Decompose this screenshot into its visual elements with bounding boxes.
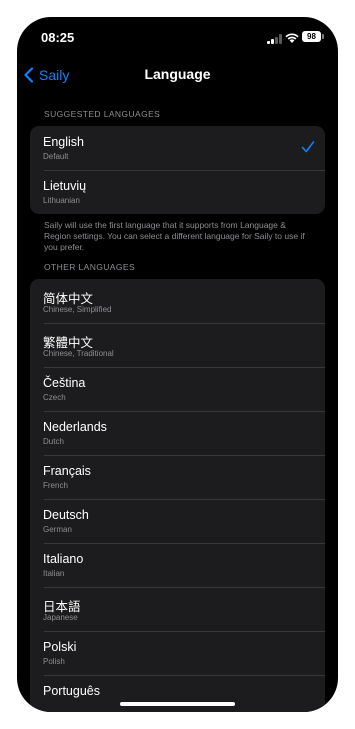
language-subtitle: French xyxy=(43,481,68,490)
language-name: Lietuvių xyxy=(43,179,87,193)
language-subtitle: Chinese, Simplified xyxy=(43,305,112,314)
other-languages-group: 简体中文 Chinese, Simplified 繁體中文 Chinese, T… xyxy=(30,279,325,712)
suggested-languages-footer: Saily will use the first language that i… xyxy=(44,220,305,252)
language-subtitle: Czech xyxy=(43,393,66,402)
language-subtitle: Default xyxy=(43,152,69,161)
language-name: Polski xyxy=(43,640,77,654)
other-languages-header: OTHER LANGUAGES xyxy=(44,262,136,272)
language-name: Français xyxy=(43,464,91,478)
language-subtitle: Polish xyxy=(43,657,65,666)
language-subtitle: Japanese xyxy=(43,613,78,622)
language-name: English xyxy=(43,135,84,149)
language-row-german[interactable]: Deutsch German xyxy=(30,499,325,543)
page-title: Language xyxy=(144,66,211,82)
language-subtitle: Chinese, Traditional xyxy=(43,349,114,358)
language-row-lithuanian[interactable]: Lietuvių Lithuanian xyxy=(30,170,325,214)
language-subtitle: German xyxy=(43,525,72,534)
language-name: Nederlands xyxy=(43,420,107,434)
language-row-italian[interactable]: Italiano Italian xyxy=(30,543,325,587)
language-row-english[interactable]: English Default xyxy=(30,126,325,170)
phone-screen: 08:25 98 Saily Language SUGGESTED LANGUA… xyxy=(17,17,338,712)
language-row-japanese[interactable]: 日本語 Japanese xyxy=(30,587,325,631)
language-name: Deutsch xyxy=(43,508,89,522)
language-row-chinese-simplified[interactable]: 简体中文 Chinese, Simplified xyxy=(30,279,325,323)
language-row-chinese-traditional[interactable]: 繁體中文 Chinese, Traditional xyxy=(30,323,325,367)
language-name: Italiano xyxy=(43,552,84,566)
language-name: Português xyxy=(43,684,100,698)
status-bar: 08:25 98 xyxy=(17,17,338,57)
battery-tip xyxy=(322,34,324,39)
suggested-languages-header: SUGGESTED LANGUAGES xyxy=(44,109,161,119)
home-indicator[interactable] xyxy=(120,702,235,706)
language-row-french[interactable]: Français French xyxy=(30,455,325,499)
language-name: Čeština xyxy=(43,376,86,390)
language-subtitle: Italian xyxy=(43,569,65,578)
language-row-dutch[interactable]: Nederlands Dutch xyxy=(30,411,325,455)
settings-content: SUGGESTED LANGUAGES English Default Liet… xyxy=(17,107,338,712)
wifi-icon xyxy=(285,33,299,43)
language-row-portuguese[interactable]: Português xyxy=(30,675,325,712)
cellular-signal-icon xyxy=(267,34,283,44)
battery-icon: 98 xyxy=(302,31,321,42)
checkmark-icon xyxy=(301,141,315,153)
language-row-czech[interactable]: Čeština Czech xyxy=(30,367,325,411)
status-time: 08:25 xyxy=(41,30,75,45)
navigation-bar: Saily Language xyxy=(17,62,338,88)
language-row-polish[interactable]: Polski Polish xyxy=(30,631,325,675)
language-subtitle: Lithuanian xyxy=(43,196,80,205)
language-subtitle: Dutch xyxy=(43,437,64,446)
suggested-languages-group: English Default Lietuvių Lithuanian xyxy=(30,126,325,214)
